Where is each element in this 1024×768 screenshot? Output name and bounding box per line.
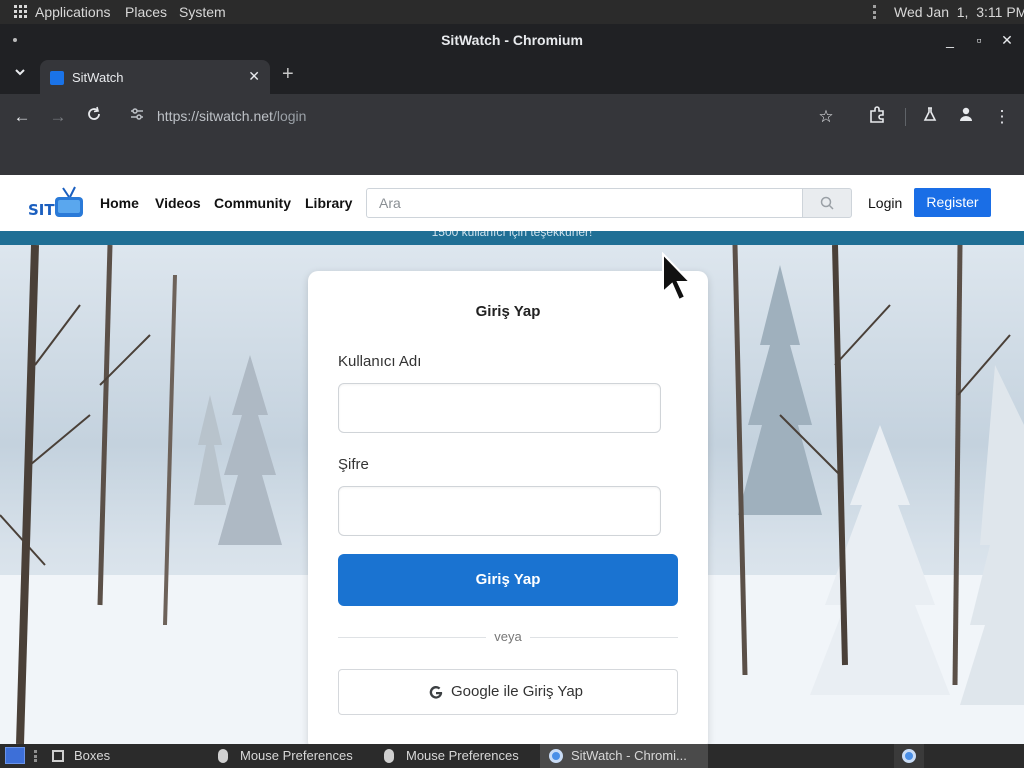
show-desktop-icon[interactable] bbox=[5, 747, 25, 764]
google-login-button[interactable]: Google ile Giriş Yap bbox=[338, 669, 678, 715]
login-submit-button[interactable]: Giriş Yap bbox=[338, 554, 678, 606]
nav-library[interactable]: Library bbox=[305, 195, 352, 211]
search-icon bbox=[820, 196, 834, 210]
site-info-icon[interactable] bbox=[126, 106, 148, 128]
nav-home[interactable]: Home bbox=[100, 195, 139, 211]
chromium-icon bbox=[549, 749, 563, 763]
username-field[interactable] bbox=[338, 383, 661, 433]
extensions-icon[interactable] bbox=[866, 106, 888, 128]
taskbar-item-mouse-preferences-1[interactable]: Mouse Preferences bbox=[214, 744, 374, 768]
labs-flask-icon[interactable] bbox=[919, 106, 941, 128]
sitwatch-logo[interactable]: SIT bbox=[27, 185, 85, 223]
google-login-label: Google ile Giriş Yap bbox=[451, 683, 584, 700]
places-menu[interactable]: Places bbox=[125, 4, 167, 20]
bookmark-star-icon[interactable]: ☆ bbox=[815, 106, 837, 128]
divider-line-right bbox=[530, 637, 678, 638]
taskbar-item-label: Boxes bbox=[74, 748, 111, 763]
tray-chromium-icon[interactable] bbox=[894, 744, 924, 768]
announcement-banner: 1500 kullanıcı için teşekkürler! bbox=[0, 231, 1024, 245]
taskbar-item-label: SitWatch - Chromi... bbox=[571, 748, 687, 763]
google-g-icon bbox=[429, 685, 443, 699]
bottom-taskbar: Boxes Mouse Preferences Mouse Preference… bbox=[0, 744, 1024, 768]
web-page: SIT Home Videos Community Library Login … bbox=[0, 175, 1024, 744]
site-header: SIT Home Videos Community Library Login … bbox=[0, 175, 1024, 231]
boxes-app-icon bbox=[52, 750, 64, 762]
url-host: https://sitwatch.net bbox=[157, 108, 273, 124]
register-button[interactable]: Register bbox=[914, 188, 991, 217]
forward-icon[interactable]: → bbox=[47, 106, 69, 128]
mouse-icon bbox=[218, 749, 228, 763]
login-card: Giriş Yap Kullanıcı Adı Şifre Giriş Yap … bbox=[308, 271, 708, 744]
browser-toolbar: ← → https://sitwatch.net/login ☆ ⋮ bbox=[0, 94, 1024, 140]
svg-text:SIT: SIT bbox=[28, 201, 55, 219]
sitwatch-favicon-icon bbox=[50, 71, 64, 85]
apps-grid-icon[interactable] bbox=[14, 5, 28, 19]
more-menu-icon[interactable]: ⋮ bbox=[991, 106, 1013, 128]
minimize-button[interactable]: _ bbox=[940, 30, 960, 50]
reload-icon[interactable] bbox=[83, 106, 105, 128]
mouse-icon bbox=[384, 749, 394, 763]
panel-separator-icon bbox=[873, 5, 877, 19]
maximize-button[interactable]: ▫ bbox=[969, 30, 989, 50]
mouse-cursor-icon bbox=[662, 252, 693, 302]
password-field[interactable] bbox=[338, 486, 661, 536]
url-path: /login bbox=[272, 108, 307, 124]
toolbar-separator bbox=[905, 108, 906, 126]
window-title: SitWatch - Chromium bbox=[441, 32, 583, 48]
tab-title: SitWatch bbox=[72, 70, 124, 85]
browser-tab-sitwatch[interactable]: SitWatch ✕ bbox=[40, 60, 270, 94]
search-input[interactable] bbox=[366, 188, 803, 218]
taskbar-item-label: Mouse Preferences bbox=[240, 748, 353, 763]
login-link[interactable]: Login bbox=[868, 195, 902, 211]
profile-avatar-icon[interactable] bbox=[955, 106, 977, 128]
clock[interactable]: Wed Jan 1, 3:11 PM bbox=[894, 4, 1024, 20]
login-card-title: Giriş Yap bbox=[475, 303, 541, 320]
close-window-button[interactable]: ✕ bbox=[997, 30, 1017, 50]
new-tab-icon[interactable]: + bbox=[282, 63, 294, 86]
taskbar-item-label: Mouse Preferences bbox=[406, 748, 519, 763]
banner-text: 1500 kullanıcı için teşekkürler! bbox=[431, 231, 593, 239]
search-button[interactable] bbox=[802, 188, 852, 218]
username-label: Kullanıcı Adı bbox=[338, 353, 422, 370]
window-title-bar: SitWatch - Chromium _ ▫ ✕ bbox=[0, 24, 1024, 56]
system-top-bar: Applications Places System Wed Jan 1, 3:… bbox=[0, 0, 1024, 24]
taskbar-separator-icon bbox=[34, 750, 37, 762]
system-menu[interactable]: System bbox=[179, 4, 226, 20]
bookmark-bar bbox=[0, 140, 1024, 175]
taskbar-item-chromium[interactable]: SitWatch - Chromi... bbox=[540, 744, 708, 768]
tab-search-icon[interactable] bbox=[10, 66, 30, 86]
close-tab-icon[interactable]: ✕ bbox=[248, 68, 260, 85]
password-label: Şifre bbox=[338, 456, 369, 473]
tab-strip: SitWatch ✕ + bbox=[0, 56, 1024, 94]
nav-community[interactable]: Community bbox=[214, 195, 291, 211]
address-bar[interactable]: https://sitwatch.net/login bbox=[157, 108, 306, 124]
taskbar-item-boxes[interactable]: Boxes bbox=[50, 744, 210, 768]
taskbar-item-mouse-preferences-2[interactable]: Mouse Preferences bbox=[380, 744, 540, 768]
back-icon[interactable]: ← bbox=[11, 106, 33, 128]
applications-menu[interactable]: Applications bbox=[35, 4, 111, 20]
nav-videos[interactable]: Videos bbox=[155, 195, 201, 211]
